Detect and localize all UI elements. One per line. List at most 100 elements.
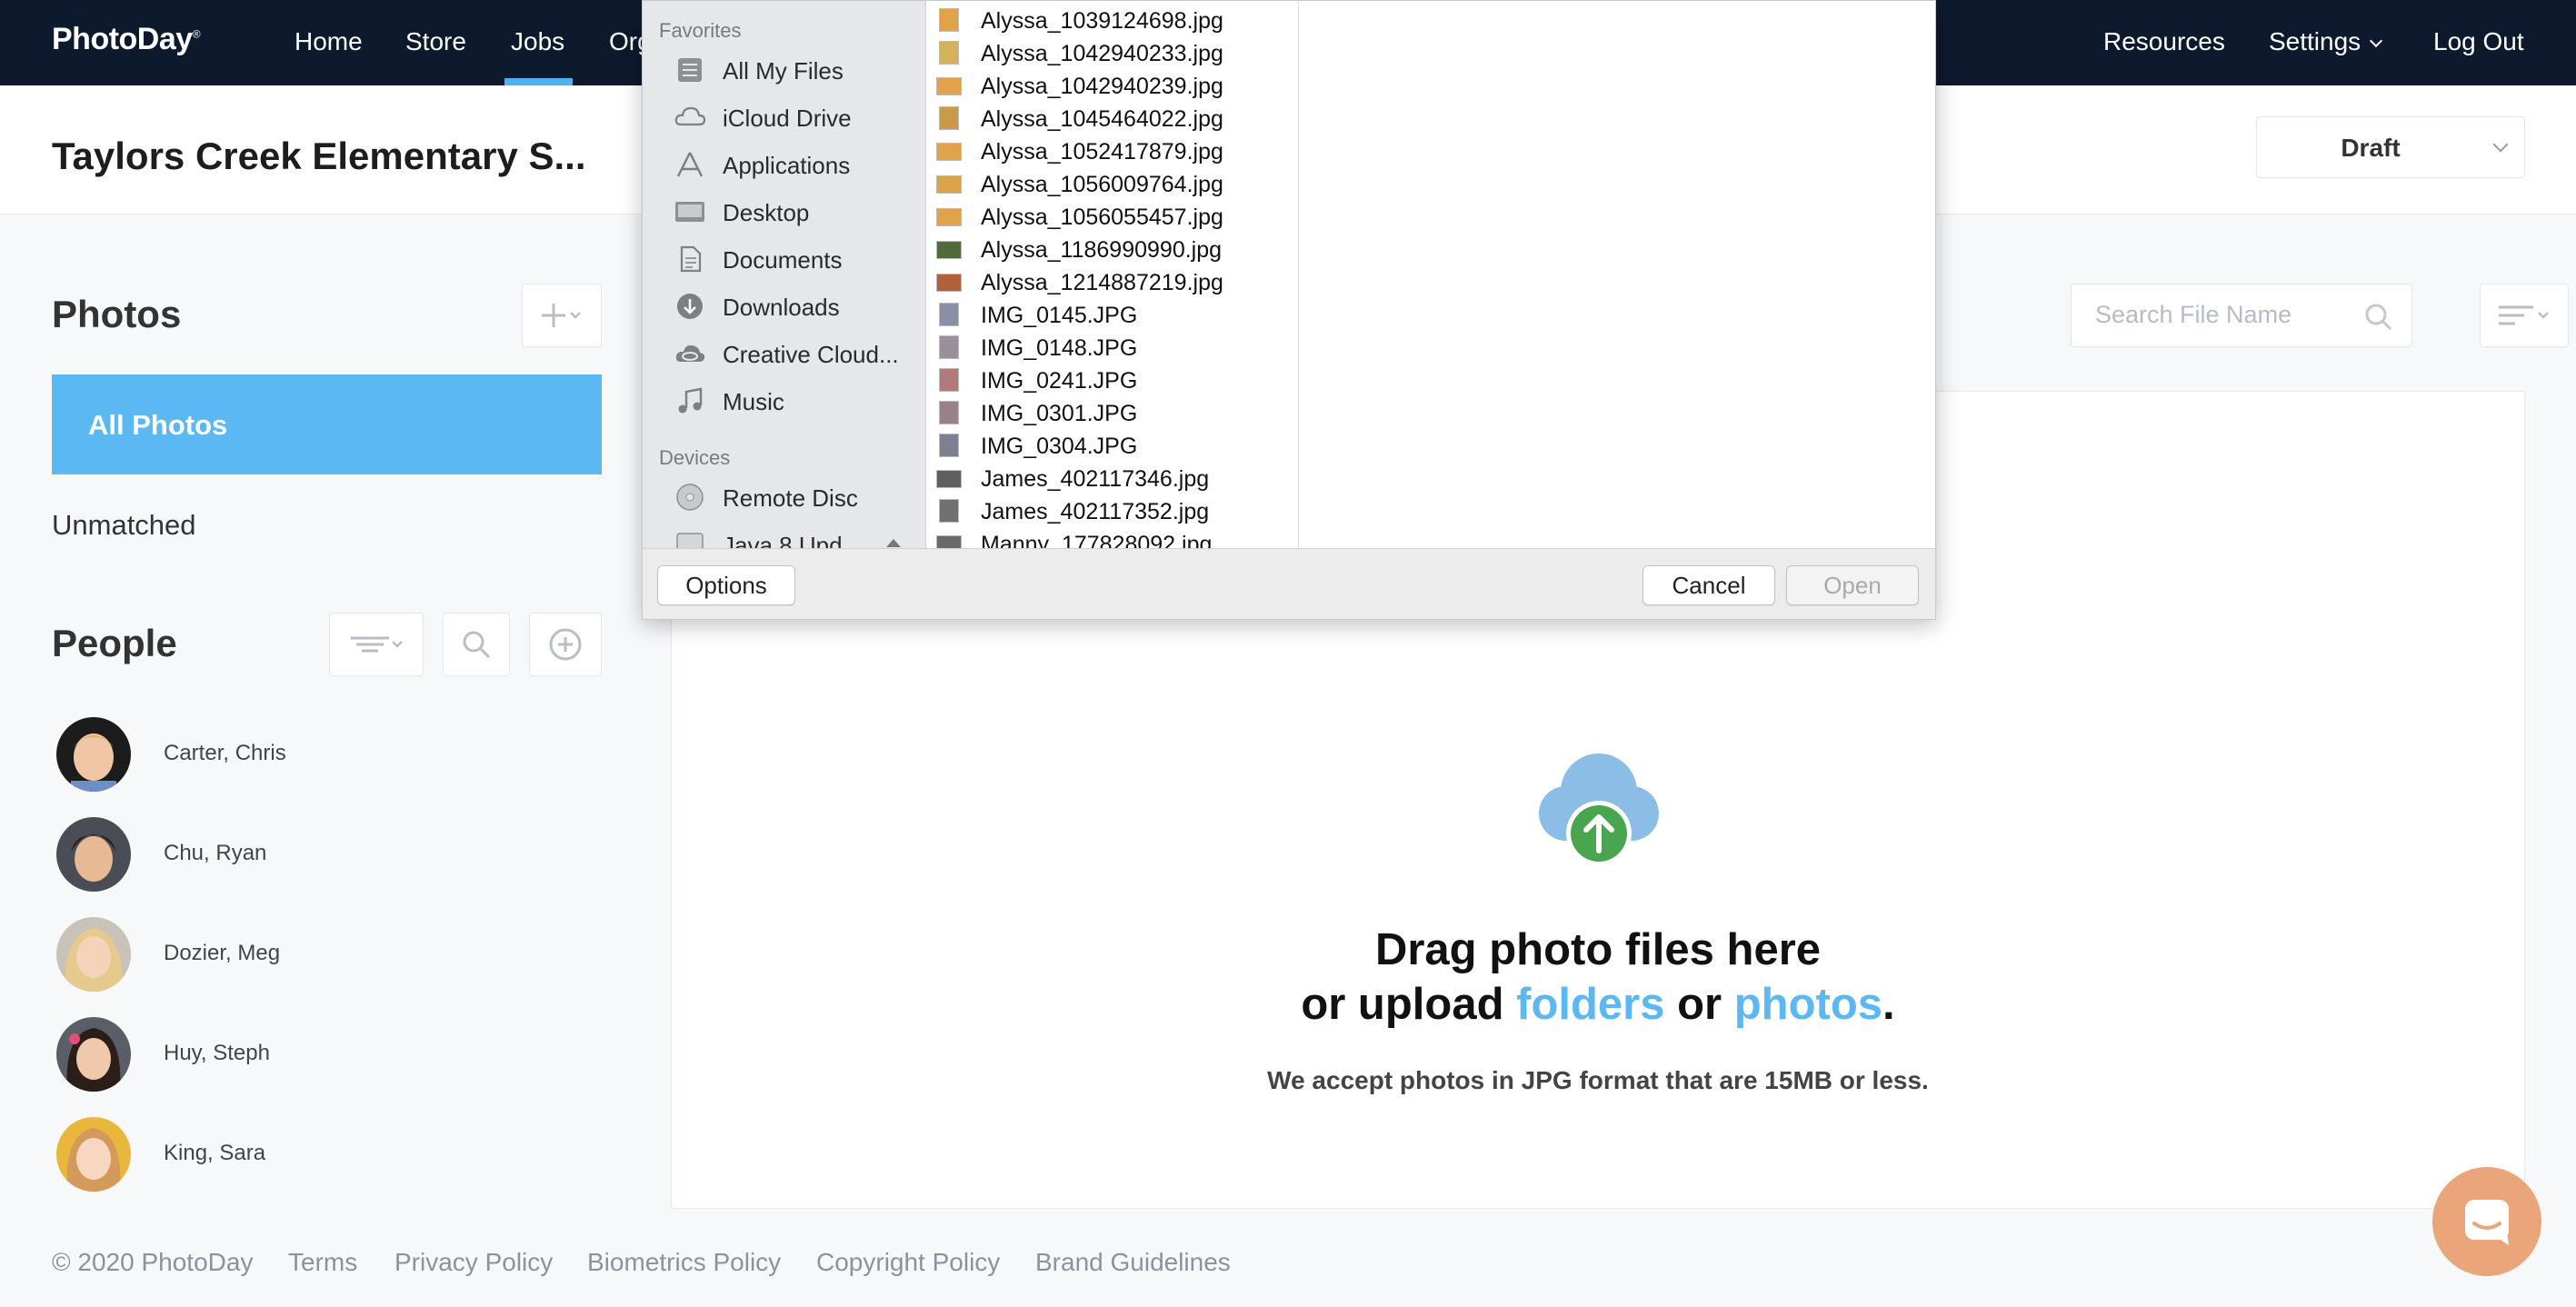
file-row[interactable]: Alyssa_1042940233.jpg <box>926 37 1298 70</box>
cloud-icon <box>674 106 706 126</box>
person-row[interactable]: Huy, Steph <box>56 1017 270 1092</box>
file-name: IMG_0301.JPG <box>981 401 1138 426</box>
image-thumbnail-icon <box>939 434 959 457</box>
upload-photos-link[interactable]: photos <box>1734 980 1882 1029</box>
dialog-fav-label: Applications <box>723 152 851 179</box>
filter-people-button[interactable] <box>329 613 424 676</box>
sidebar-item-all-photos[interactable]: All Photos <box>52 374 602 474</box>
file-row[interactable]: Alyssa_1042940239.jpg <box>926 70 1298 103</box>
avatar <box>56 1017 131 1092</box>
add-photos-button[interactable] <box>522 284 602 347</box>
file-row[interactable]: Alyssa_1186990990.jpg <box>926 234 1298 266</box>
file-row[interactable]: James_402117346.jpg <box>926 463 1298 495</box>
image-thumbnail-icon <box>939 8 959 32</box>
nav-link-store[interactable]: Store <box>405 27 466 56</box>
dialog-device-java-installer[interactable]: Java 8 Upd... <box>674 526 919 548</box>
image-thumbnail-icon <box>939 401 959 424</box>
person-row[interactable]: King, Sara <box>56 1117 265 1192</box>
file-name: IMG_0145.JPG <box>981 303 1138 328</box>
nav-link-logout[interactable]: Log Out <box>2433 27 2524 56</box>
search-people-button[interactable] <box>443 613 510 676</box>
all-files-icon <box>678 58 702 82</box>
file-row[interactable]: Manny_177828092.jpg <box>926 528 1298 548</box>
nav-link-resources[interactable]: Resources <box>2103 27 2225 56</box>
drop-text-or: or <box>1664 980 1734 1029</box>
logo-text: PhotoDay <box>52 22 193 56</box>
dialog-fav-label: Desktop <box>723 199 810 226</box>
dialog-fav-creative-cloud[interactable]: Creative Cloud... <box>674 335 919 372</box>
file-name: Manny_177828092.jpg <box>981 532 1213 548</box>
dialog-fav-label: Music <box>723 388 784 415</box>
sort-button[interactable] <box>2480 284 2569 347</box>
eject-icon[interactable] <box>884 537 903 548</box>
file-row[interactable]: Alyssa_1052417879.jpg <box>926 135 1298 168</box>
file-row[interactable]: Alyssa_1056009764.jpg <box>926 168 1298 201</box>
image-thumbnail-icon <box>939 368 959 392</box>
search-file-name-input[interactable] <box>2095 301 2359 329</box>
chat-launcher-button[interactable] <box>2432 1167 2541 1276</box>
file-row[interactable]: IMG_0301.JPG <box>926 397 1298 430</box>
file-row[interactable]: IMG_0241.JPG <box>926 364 1298 397</box>
file-row[interactable]: IMG_0304.JPG <box>926 430 1298 463</box>
nav-link-home[interactable]: Home <box>295 27 363 56</box>
nav-link-jobs[interactable]: Jobs <box>511 27 564 56</box>
creative-cloud-icon <box>675 344 705 362</box>
dialog-device-remote-disc[interactable]: Remote Disc <box>674 479 919 515</box>
file-name: Alyssa_1056009764.jpg <box>981 172 1223 197</box>
person-name: Chu, Ryan <box>164 841 267 865</box>
file-row[interactable]: IMG_0148.JPG <box>926 332 1298 364</box>
devices-header: Devices <box>659 446 731 469</box>
chevron-down-icon <box>2370 34 2383 48</box>
job-title: Taylors Creek Elementary S... <box>52 135 586 177</box>
photoday-logo[interactable]: PhotoDay® <box>52 22 201 57</box>
footer-link-copyright[interactable]: Copyright Policy <box>816 1248 1000 1277</box>
nav-settings-dropdown[interactable]: Settings <box>2269 27 2383 56</box>
dialog-fav-label: All My Files <box>723 57 844 85</box>
avatar <box>56 717 131 792</box>
applications-icon <box>676 152 704 177</box>
person-row[interactable]: Chu, Ryan <box>56 817 266 892</box>
avatar <box>56 1117 131 1192</box>
file-name: Alyssa_1214887219.jpg <box>981 270 1223 295</box>
photos-section-title: Photos <box>52 293 182 335</box>
person-row[interactable]: Carter, Chris <box>56 717 286 792</box>
dialog-fav-music[interactable]: Music <box>674 383 919 419</box>
cloud-upload-icon <box>1539 753 1659 866</box>
downloads-icon <box>677 294 703 319</box>
options-button[interactable]: Options <box>657 565 795 605</box>
image-thumbnail-icon <box>939 106 959 130</box>
file-name: Alyssa_1056055457.jpg <box>981 205 1223 230</box>
open-button[interactable]: Open <box>1786 565 1919 605</box>
dialog-fav-all-my-files[interactable]: All My Files <box>674 52 919 88</box>
dialog-fav-label: iCloud Drive <box>723 105 852 132</box>
sort-icon <box>2499 305 2549 325</box>
image-thumbnail-icon <box>939 335 959 359</box>
file-row[interactable]: Alyssa_1056055457.jpg <box>926 201 1298 234</box>
dialog-fav-documents[interactable]: Documents <box>674 241 919 277</box>
job-status-select[interactable]: Draft <box>2256 116 2525 178</box>
dialog-fav-icloud-drive[interactable]: iCloud Drive <box>674 99 919 135</box>
footer-link-brand-guidelines[interactable]: Brand Guidelines <box>1035 1248 1231 1277</box>
file-row[interactable]: Alyssa_1214887219.jpg <box>926 266 1298 299</box>
image-thumbnail-icon <box>939 41 959 65</box>
file-row[interactable]: James_402117352.jpg <box>926 495 1298 528</box>
file-name: Alyssa_1039124698.jpg <box>981 8 1223 34</box>
file-row[interactable]: Alyssa_1039124698.jpg <box>926 5 1298 37</box>
sidebar-item-unmatched[interactable]: Unmatched <box>52 509 196 542</box>
add-person-button[interactable] <box>529 613 602 676</box>
file-row[interactable]: Alyssa_1045464022.jpg <box>926 103 1298 135</box>
dialog-fav-applications[interactable]: Applications <box>674 146 919 183</box>
footer-link-terms[interactable]: Terms <box>288 1248 357 1277</box>
file-row[interactable]: IMG_0145.JPG <box>926 299 1298 332</box>
file-name: IMG_0148.JPG <box>981 335 1138 361</box>
dialog-fav-desktop[interactable]: Desktop <box>674 194 919 230</box>
dialog-fav-downloads[interactable]: Downloads <box>674 288 919 324</box>
job-status-value: Draft <box>2341 134 2401 162</box>
cancel-button[interactable]: Cancel <box>1642 565 1775 605</box>
footer-link-biometrics[interactable]: Biometrics Policy <box>587 1248 781 1277</box>
person-row[interactable]: Dozier, Meg <box>56 917 280 992</box>
upload-folders-link[interactable]: folders <box>1516 980 1664 1029</box>
footer-link-privacy[interactable]: Privacy Policy <box>394 1248 553 1277</box>
person-name: Carter, Chris <box>164 741 286 765</box>
image-thumbnail-icon <box>936 143 962 161</box>
